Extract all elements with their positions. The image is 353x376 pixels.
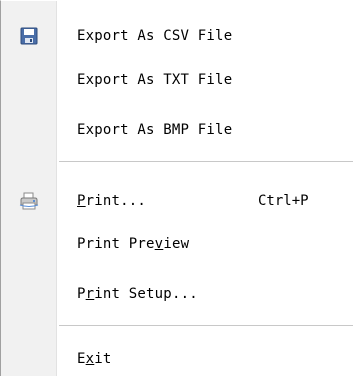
menu-item-print-setup[interactable]: Print Setup... bbox=[1, 276, 353, 312]
menu-separator bbox=[59, 325, 353, 327]
menu-item-export-csv[interactable]: Export As CSV File bbox=[1, 18, 353, 54]
menu-item-label: Export As TXT File bbox=[77, 72, 233, 88]
menu-item-label: Print Setup... bbox=[77, 286, 198, 302]
menu-item-label: Exit bbox=[77, 351, 112, 367]
menu-item-shortcut: Ctrl+P bbox=[258, 193, 309, 209]
menu-icon-cell bbox=[1, 183, 57, 219]
menu-icon-cell bbox=[1, 341, 57, 376]
menu-item-exit[interactable]: Exit bbox=[1, 341, 353, 376]
menu-item-export-bmp[interactable]: Export As BMP File bbox=[1, 112, 353, 148]
menu-icon-cell bbox=[1, 112, 57, 148]
menu-item-print-preview[interactable]: Print Preview bbox=[1, 226, 353, 262]
menu-item-label: Export As BMP File bbox=[77, 122, 233, 138]
floppy-disk-save-icon bbox=[20, 27, 38, 45]
menu-item-label: Print... bbox=[77, 193, 147, 209]
menu-separator bbox=[59, 161, 353, 163]
menu-icon-cell bbox=[1, 276, 57, 312]
menu-item-print[interactable]: Print... Ctrl+P bbox=[1, 183, 353, 219]
menu-icon-cell bbox=[1, 62, 57, 98]
menu-item-export-txt[interactable]: Export As TXT File bbox=[1, 62, 353, 98]
menu-item-label: Print Preview bbox=[77, 236, 190, 252]
menu-icon-cell bbox=[1, 18, 57, 54]
printer-icon bbox=[19, 192, 39, 210]
file-context-menu: Export As CSV File Export As TXT File Ex… bbox=[0, 0, 353, 376]
menu-icon-cell bbox=[1, 226, 57, 262]
menu-item-label: Export As CSV File bbox=[77, 28, 233, 44]
